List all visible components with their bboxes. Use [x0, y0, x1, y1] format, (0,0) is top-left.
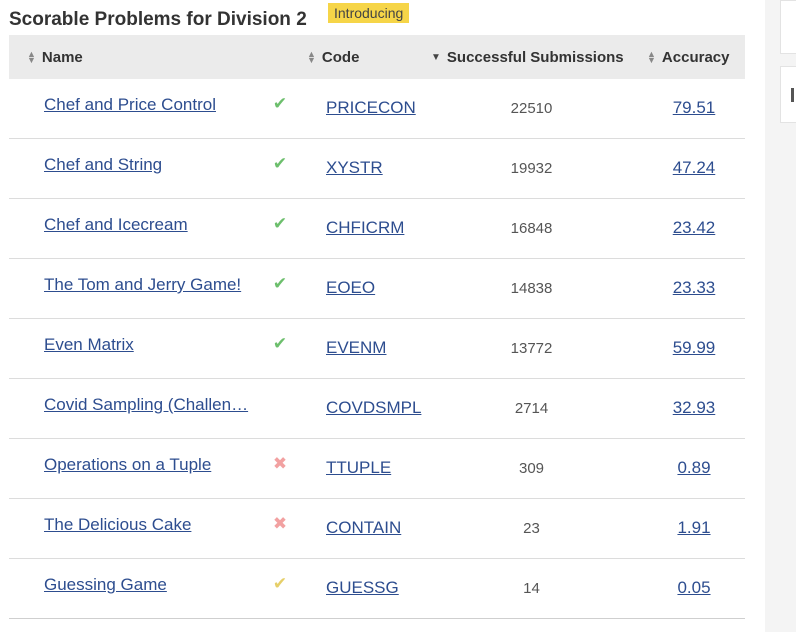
successful-submissions-value: 19932 [510, 160, 553, 177]
table-header: ▲ ▼ Name ▲ ▼ Code ▼ Successful Submissions… [9, 35, 745, 79]
accuracy-link[interactable]: 59.99 [639, 338, 749, 358]
introducing-badge[interactable]: Introducing [328, 3, 410, 23]
problem-code-link[interactable]: CONTAIN [326, 518, 401, 538]
problem-code-link[interactable]: CHFICRM [326, 218, 404, 238]
check-icon: ✔ [272, 334, 288, 353]
check-icon: ✔ [272, 214, 288, 233]
check-icon: ✔ [272, 94, 288, 113]
sort-icon: ▲ ▼ [307, 49, 316, 65]
table-row: The Delicious Cake ✖ CONTAIN 23 1.91 [9, 499, 745, 559]
table-row: Covid Sampling (Challen… COVDSMPL 2714 32.9… [9, 379, 745, 439]
accuracy-link[interactable]: 47.24 [639, 158, 749, 178]
problem-code-link[interactable]: COVDSMPL [326, 398, 421, 418]
problem-name-link[interactable]: Chef and Icecream [44, 215, 256, 235]
table-row: Chef and Icecream ✔ CHFICRM 16848 23.42 [9, 199, 745, 259]
accuracy-link[interactable]: 0.05 [639, 578, 749, 598]
problem-name-link[interactable]: Chef and String [44, 155, 256, 175]
successful-submissions-value: 13772 [510, 340, 553, 357]
accuracy-link[interactable]: 1.91 [639, 518, 749, 538]
problem-code-link[interactable]: EOEO [326, 278, 375, 298]
header-name[interactable]: ▲ ▼ Name [9, 35, 299, 79]
problem-code-link[interactable]: EVENM [326, 338, 386, 358]
sidebar-card [780, 0, 796, 54]
cross-icon: ✖ [272, 454, 288, 473]
sidebar-text-fragment [791, 88, 794, 102]
problem-code-link[interactable]: GUESSG [326, 578, 399, 598]
header-accuracy[interactable]: ▲ ▼ Accuracy [639, 35, 745, 79]
successful-submissions-value: 309 [518, 460, 545, 477]
table-row: Chef and String ✔ XYSTR 19932 47.24 [9, 139, 745, 199]
successful-submissions-value: 2714 [514, 400, 549, 417]
problem-name-link[interactable]: The Tom and Jerry Game! [44, 275, 256, 295]
header-successful-label: Successful Submissions [446, 48, 624, 66]
problems-table: ▲ ▼ Name ▲ ▼ Code ▼ Successful Submissions… [9, 35, 745, 619]
problem-code-link[interactable]: PRICECON [326, 98, 416, 118]
header-successful-submissions[interactable]: ▼ Successful Submissions [423, 35, 639, 79]
successful-submissions-value: 14 [523, 580, 540, 597]
table-row: Chef and Price Control ✔ PRICECON 22510 79.5… [9, 79, 745, 139]
problem-name-link[interactable]: Covid Sampling (Challen… [44, 395, 256, 415]
problem-name-link[interactable]: Guessing Game [44, 575, 256, 595]
sort-icon: ▲ ▼ [647, 49, 656, 65]
partial-check-icon: ✔ [272, 574, 288, 593]
problem-name-link[interactable]: Operations on a Tuple [44, 455, 256, 475]
table-row: The Tom and Jerry Game! ✔ EOEO 14838 23.33 [9, 259, 745, 319]
check-icon: ✔ [272, 274, 288, 293]
cross-icon: ✖ [272, 514, 288, 533]
table-body: Chef and Price Control ✔ PRICECON 22510 79.5… [9, 79, 745, 619]
page-header: Scorable Problems for Division 2 [9, 6, 307, 34]
successful-submissions-value: 22510 [510, 100, 553, 117]
problem-code-link[interactable]: XYSTR [326, 158, 383, 178]
sort-icon: ▲ ▼ [27, 49, 36, 65]
table-row: Guessing Game ✔ GUESSG 14 0.05 [9, 559, 745, 619]
page-title: Scorable Problems for Division 2 [9, 9, 307, 30]
header-code-label: Code [321, 48, 360, 66]
table-row: Even Matrix ✔ EVENM 13772 59.99 [9, 319, 745, 379]
header-accuracy-label: Accuracy [661, 48, 730, 66]
check-icon: ✔ [272, 154, 288, 173]
successful-submissions-value: 14838 [510, 280, 553, 297]
problem-code-link[interactable]: TTUPLE [326, 458, 391, 478]
table-row: Operations on a Tuple ✖ TTUPLE 309 0.89 [9, 439, 745, 499]
problem-name-link[interactable]: Chef and Price Control [44, 95, 256, 115]
header-name-label: Name [41, 48, 83, 66]
accuracy-link[interactable]: 32.93 [639, 398, 749, 418]
header-code[interactable]: ▲ ▼ Code [299, 35, 423, 79]
accuracy-link[interactable]: 79.51 [639, 98, 749, 118]
sort-desc-icon: ▼ [431, 51, 441, 63]
problem-name-link[interactable]: The Delicious Cake [44, 515, 256, 535]
problem-name-link[interactable]: Even Matrix [44, 335, 256, 355]
accuracy-link[interactable]: 23.42 [639, 218, 749, 238]
successful-submissions-value: 23 [523, 520, 540, 537]
accuracy-link[interactable]: 23.33 [639, 278, 749, 298]
successful-submissions-value: 16848 [510, 220, 553, 237]
accuracy-link[interactable]: 0.89 [639, 458, 749, 478]
